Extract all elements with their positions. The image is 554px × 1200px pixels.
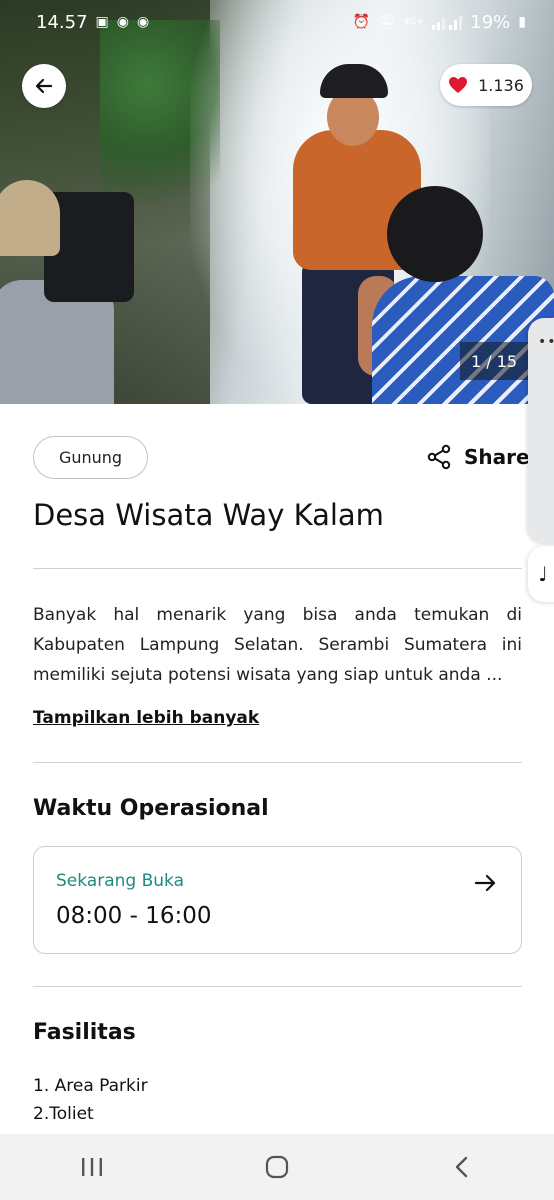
system-navigation-bar xyxy=(0,1134,554,1200)
back-button[interactable] xyxy=(22,64,66,108)
show-more-link[interactable]: Tampilkan lebih banyak xyxy=(33,708,259,728)
place-description: Banyak hal menarik yang bisa anda temuka… xyxy=(33,605,522,685)
home-icon xyxy=(265,1155,289,1179)
operating-hours-card[interactable]: Sekarang Buka 08:00 - 16:00 xyxy=(33,846,522,954)
app-notification-icon: ◉ xyxy=(116,14,129,30)
page-title: Desa Wisata Way Kalam xyxy=(33,498,384,532)
opening-hours: 08:00 - 16:00 xyxy=(56,903,212,929)
category-chip[interactable]: Gunung xyxy=(33,436,148,479)
edge-panel-music-tab[interactable]: ♩ xyxy=(528,546,554,602)
divider xyxy=(33,762,522,763)
facilities-title: Fasilitas xyxy=(33,1020,136,1045)
mute-icon: 🔕︎ xyxy=(378,14,397,30)
status-time: 14.57 xyxy=(36,11,88,33)
share-icon xyxy=(427,444,451,470)
status-left: 14.57 ▣ ◉ ◉ xyxy=(36,12,149,33)
heart-icon xyxy=(449,77,468,93)
battery-icon: ▮ xyxy=(518,14,526,30)
gallery-notification-icon: ▣ xyxy=(95,14,109,30)
facilities-list: 1. Area Parkir 2.Toliet xyxy=(33,1072,148,1128)
battery-percent: 19% xyxy=(470,11,511,33)
system-back-button[interactable] xyxy=(422,1142,502,1192)
list-item: 1. Area Parkir xyxy=(33,1076,148,1096)
list-item: 2.Toliet xyxy=(33,1104,94,1124)
more-dots-icon: •• xyxy=(538,334,554,350)
divider xyxy=(33,568,522,569)
photo-man-shirt xyxy=(372,276,554,404)
signal-icon xyxy=(432,16,463,30)
recent-apps-icon xyxy=(82,1158,103,1176)
home-button[interactable] xyxy=(237,1142,317,1192)
photo-cameraman-hat xyxy=(0,180,60,256)
recent-apps-button[interactable] xyxy=(52,1142,132,1192)
share-button[interactable]: Share xyxy=(426,444,530,470)
operating-hours-title: Waktu Operasional xyxy=(33,796,269,821)
network-type-icon: 4G+ xyxy=(404,17,425,27)
status-right: ⏰ 🔕︎ 4G+ 19% ▮ xyxy=(353,12,526,33)
edge-panel-handle[interactable]: •• xyxy=(528,318,554,544)
share-label: Share xyxy=(464,445,530,469)
music-note-icon: ♩ xyxy=(538,562,548,586)
like-count: 1.136 xyxy=(478,75,524,95)
alarm-icon: ⏰ xyxy=(352,14,371,30)
chevron-left-icon xyxy=(455,1156,467,1178)
app-notification-icon-2: ◉ xyxy=(136,14,150,30)
photo-man-head xyxy=(387,186,483,282)
divider xyxy=(33,986,522,987)
arrow-left-icon xyxy=(35,78,53,94)
like-button[interactable]: 1.136 xyxy=(440,64,532,106)
open-status: Sekarang Buka xyxy=(56,871,184,891)
arrow-right-icon xyxy=(473,871,497,899)
photo-counter: 1 / 15 xyxy=(460,342,528,380)
status-bar: 14.57 ▣ ◉ ◉ ⏰ 🔕︎ 4G+ 19% ▮ xyxy=(0,0,554,44)
